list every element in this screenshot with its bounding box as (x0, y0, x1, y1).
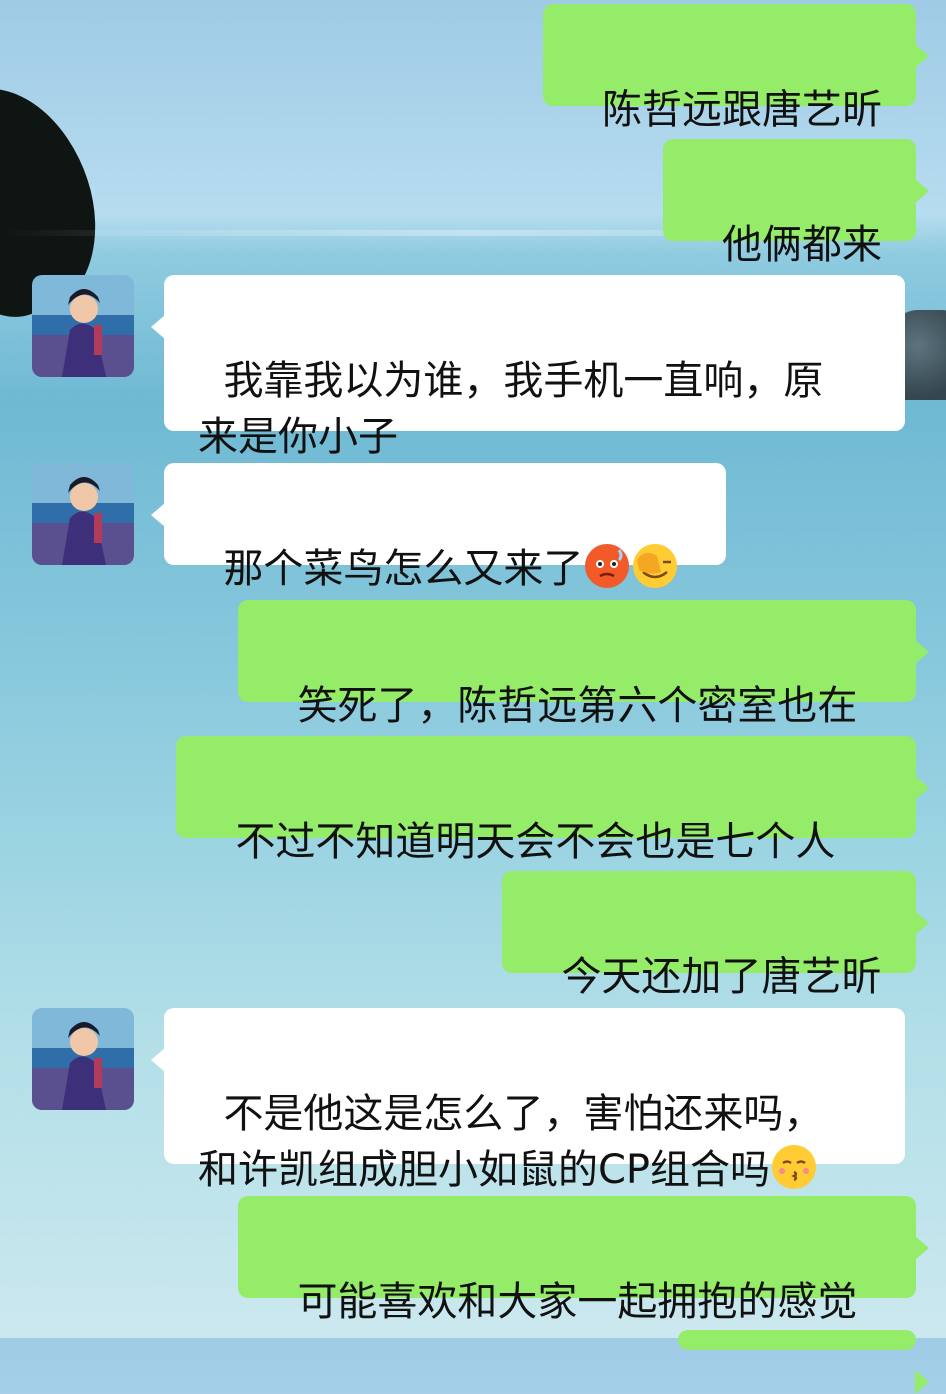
outgoing-message-bubble[interactable]: 今天还加了唐艺昕 (502, 871, 929, 1000)
message-text: 那个菜鸟怎么又来了 (223, 546, 584, 592)
contact-avatar[interactable] (32, 463, 134, 565)
outgoing-message-bubble-partial[interactable] (678, 1330, 929, 1394)
contact-avatar[interactable] (32, 275, 134, 377)
message-text: 可能喜欢和大家一起拥抱的感觉 (297, 1279, 858, 1325)
avatar-illustration (32, 275, 134, 377)
avatar-illustration (32, 1008, 134, 1110)
incoming-message-bubble[interactable]: 我靠我以为谁，我手机一直响，原 来是你小子 (151, 275, 905, 460)
message-text: 他俩都来 (722, 222, 882, 268)
overheated-face-icon (583, 542, 631, 590)
message-text: 今天还加了唐艺昕 (561, 954, 882, 1000)
outgoing-message-bubble[interactable]: 他俩都来 (662, 139, 930, 268)
message-text: 陈哲远跟唐艺昕 (602, 87, 882, 133)
facepalm-face-icon (631, 542, 679, 590)
outgoing-message-bubble[interactable]: 陈哲远跟唐艺昕 (542, 4, 930, 133)
outgoing-message-bubble[interactable]: 可能喜欢和大家一起拥抱的感觉 (238, 1196, 929, 1325)
incoming-message-bubble[interactable]: 不是他这是怎么了，害怕还来吗， 和许凯组成胆小如鼠的CP组合吗 (151, 1008, 905, 1193)
contact-avatar[interactable] (32, 1008, 134, 1110)
message-text: 不过不知道明天会不会也是七个人 (235, 819, 836, 865)
message-text: 不是他这是怎么了，害怕还来吗， 和许凯组成胆小如鼠的CP组合吗 (198, 1091, 824, 1193)
incoming-message-bubble[interactable]: 那个菜鸟怎么又来了 (151, 463, 726, 592)
kissing-face-icon (770, 1143, 818, 1191)
avatar-illustration (32, 463, 134, 565)
outgoing-message-bubble[interactable]: 不过不知道明天会不会也是七个人 (176, 736, 929, 865)
message-text: 我靠我以为谁，我手机一直响，原 来是你小子 (198, 358, 824, 460)
message-text: 笑死了，陈哲远第六个密室也在 (297, 683, 858, 729)
outgoing-message-bubble[interactable]: 笑死了，陈哲远第六个密室也在 (238, 600, 929, 729)
